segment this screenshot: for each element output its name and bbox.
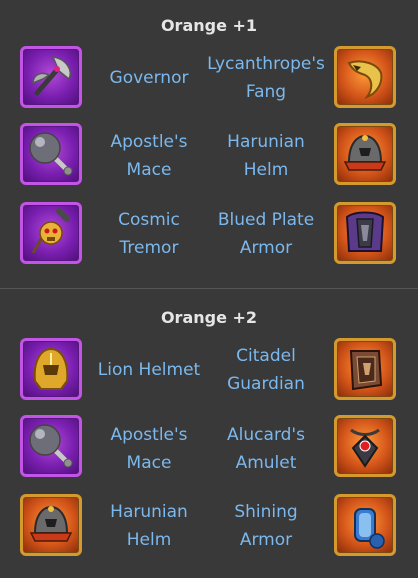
helm-icon[interactable] [334,123,396,185]
helm-icon[interactable] [20,494,82,556]
section-title: Orange +1 [160,16,258,35]
item-name: Blued Plate Armor [217,210,315,258]
lion-helmet-icon[interactable] [20,338,82,400]
section-orange-plus-1: Orange +1 Governor Lycanthrope's Fang Ap… [0,0,418,288]
item-name: Cosmic Tremor [118,210,180,258]
axe-icon[interactable] [20,46,82,108]
item-name: Harunian Helm [110,502,188,550]
item-name: Alucard's Amulet [227,425,305,473]
section-orange-plus-2: Orange +2 Lion Helmet Citadel Guardian A… [0,289,418,578]
mace-icon[interactable] [20,123,82,185]
section-title: Orange +2 [160,308,258,327]
item-name: Harunian Helm [227,132,305,180]
skull-staff-icon[interactable] [20,202,82,264]
plate-armor-icon[interactable] [334,202,396,264]
armor-icon[interactable] [334,494,396,556]
item-name: Lion Helmet [97,360,201,380]
item-name: Citadel Guardian [227,346,305,394]
item-name: Apostle's Mace [110,425,188,473]
item-name: Lycanthrope's Fang [207,54,325,102]
shield-icon[interactable] [334,338,396,400]
item-name: Shining Armor [234,502,298,550]
amulet-icon[interactable] [334,415,396,477]
item-name: Apostle's Mace [110,132,188,180]
fang-icon[interactable] [334,46,396,108]
item-name: Governor [109,68,189,88]
mace-icon[interactable] [20,415,82,477]
